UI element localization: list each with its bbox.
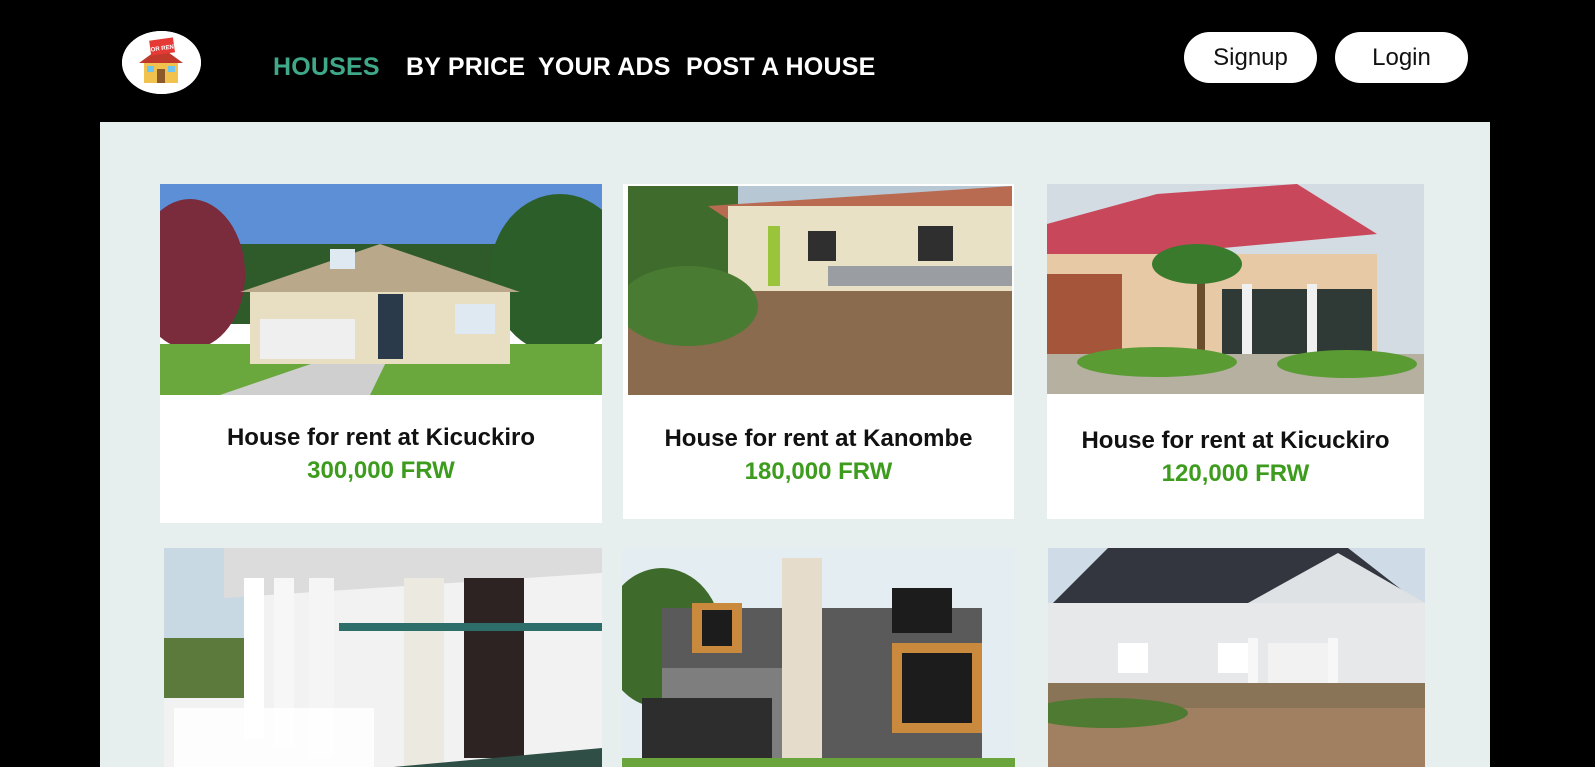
listing-title[interactable]: House for rent at Kicuckiro bbox=[1047, 426, 1424, 456]
listing-title[interactable]: House for rent at Kicuckiro bbox=[160, 423, 602, 453]
house-photo[interactable] bbox=[1048, 548, 1425, 767]
signup-button[interactable]: Signup bbox=[1184, 32, 1317, 83]
nav-by-price[interactable]: BY PRICE bbox=[406, 52, 525, 82]
listing-title[interactable]: House for rent at Kanombe bbox=[623, 424, 1014, 454]
listing-price: 300,000 FRW bbox=[307, 457, 455, 484]
listing-card[interactable]: House for rent at Kicuckiro 120,000 FRW bbox=[1047, 184, 1424, 519]
listing-card[interactable] bbox=[164, 548, 602, 767]
nav-post-a-house[interactable]: POST A HOUSE bbox=[686, 52, 875, 82]
nav-your-ads[interactable]: YOUR ADS bbox=[538, 52, 671, 82]
house-photo[interactable] bbox=[1047, 184, 1424, 394]
house-photo[interactable] bbox=[164, 548, 602, 767]
listing-price: 120,000 FRW bbox=[1161, 460, 1310, 487]
login-button[interactable]: Login bbox=[1335, 32, 1468, 83]
for-rent-house-logo[interactable]: FOR RENT bbox=[122, 31, 201, 94]
listing-card[interactable] bbox=[622, 548, 1015, 767]
listings-panel: House for rent at Kicuckiro 300,000 FRW … bbox=[100, 122, 1490, 767]
listing-card[interactable] bbox=[1048, 548, 1425, 767]
nav-houses[interactable]: HOUSES bbox=[273, 52, 380, 82]
listing-card[interactable]: House for rent at Kicuckiro 300,000 FRW bbox=[160, 184, 602, 523]
house-photo[interactable] bbox=[628, 186, 1012, 395]
house-photo[interactable] bbox=[160, 184, 602, 395]
listing-price: 180,000 FRW bbox=[744, 458, 893, 485]
listing-card[interactable]: House for rent at Kanombe 180,000 FRW bbox=[623, 184, 1014, 519]
house-photo[interactable] bbox=[622, 548, 1015, 767]
house-logo-icon: FOR RENT bbox=[122, 31, 201, 94]
